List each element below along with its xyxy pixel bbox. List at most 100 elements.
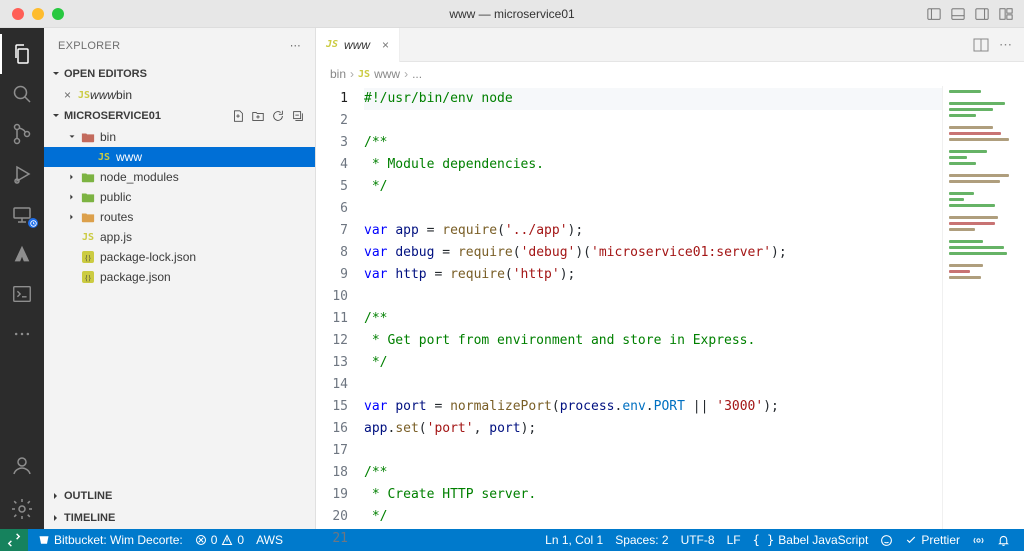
chevron-icon xyxy=(66,132,78,142)
chevron-down-icon xyxy=(50,68,62,80)
tab-www[interactable]: JS www × xyxy=(316,28,400,62)
tree-file-app-js[interactable]: JS app.js xyxy=(44,227,315,247)
close-icon[interactable]: × xyxy=(382,38,389,52)
json-file-icon: {} xyxy=(80,271,96,283)
breadcrumb-item[interactable]: bin xyxy=(330,67,346,81)
activity-remote[interactable] xyxy=(0,194,44,234)
status-aws[interactable]: AWS xyxy=(250,529,289,551)
tree-item-label: bin xyxy=(100,130,116,144)
tree-item-label: www xyxy=(116,150,142,164)
chevron-icon xyxy=(66,192,78,202)
workspace-header[interactable]: MICROSERVICE01 xyxy=(44,105,315,127)
file-tree: bin JS www node_modulespublic routes JS app.js… xyxy=(44,127,315,287)
open-editors-header[interactable]: OPEN EDITORS xyxy=(44,63,315,85)
open-editors-list: × JS www bin xyxy=(44,85,315,105)
status-bell[interactable] xyxy=(991,529,1016,551)
js-file-icon: JS xyxy=(78,90,90,101)
activity-search[interactable] xyxy=(0,74,44,114)
activity-source-control[interactable] xyxy=(0,114,44,154)
activity-settings[interactable] xyxy=(0,489,44,529)
status-bitbucket-label: Bitbucket: Wim Decorte: xyxy=(54,533,183,547)
tree-item-label: routes xyxy=(100,210,133,224)
toggle-panel-left-icon[interactable] xyxy=(926,6,942,22)
activity-more[interactable] xyxy=(0,314,44,354)
sidebar-title: EXPLORER xyxy=(58,40,120,52)
tree-item-label: public xyxy=(100,190,131,204)
window-title: www — microservice01 xyxy=(0,7,1024,21)
js-file-icon: JS xyxy=(326,39,338,50)
status-bitbucket[interactable]: Bitbucket: Wim Decorte: xyxy=(32,529,189,551)
folder-icon xyxy=(80,210,96,224)
tab-more-icon[interactable]: ⋯ xyxy=(999,37,1012,53)
new-file-icon[interactable] xyxy=(231,109,245,123)
status-aws-label: AWS xyxy=(256,533,283,547)
remote-indicator[interactable] xyxy=(0,529,28,551)
activity-run[interactable] xyxy=(0,154,44,194)
line-numbers: 123456789101112131415161718192021 xyxy=(316,86,364,529)
workspace-label: MICROSERVICE01 xyxy=(64,110,161,122)
activity-terminal[interactable] xyxy=(0,274,44,314)
svg-text:{}: {} xyxy=(85,254,92,262)
breadcrumbs[interactable]: bin › JS www › ... xyxy=(316,62,1024,86)
activity-account[interactable] xyxy=(0,445,44,485)
refresh-icon[interactable] xyxy=(271,109,285,123)
timeline-label: TIMELINE xyxy=(64,512,115,524)
folder-icon xyxy=(80,130,96,144)
customize-layout-icon[interactable] xyxy=(998,6,1014,22)
tree-item-label: app.js xyxy=(100,230,132,244)
toggle-panel-bottom-icon[interactable] xyxy=(950,6,966,22)
activity-explorer[interactable] xyxy=(0,34,44,74)
window-minimize[interactable] xyxy=(32,8,44,20)
window-maximize[interactable] xyxy=(52,8,64,20)
sidebar-more-icon[interactable]: ⋯ xyxy=(290,39,301,52)
status-live-icon[interactable] xyxy=(966,529,991,551)
tree-file-package-lock-json[interactable]: {} package-lock.json xyxy=(44,247,315,267)
new-folder-icon[interactable] xyxy=(251,109,265,123)
chevron-right-icon: › xyxy=(404,67,408,81)
tree-item-label: package.json xyxy=(100,270,171,284)
close-icon[interactable]: × xyxy=(64,88,78,102)
tree-file-www[interactable]: JS www xyxy=(44,147,315,167)
chevron-right-icon: › xyxy=(350,67,354,81)
folder-icon xyxy=(80,170,96,184)
open-editor-name: www xyxy=(90,88,116,102)
open-editor-item[interactable]: × JS www bin xyxy=(44,85,315,105)
badge-clock-icon xyxy=(28,218,38,228)
chevron-right-icon xyxy=(50,490,62,502)
tree-file-package-json[interactable]: {} package.json xyxy=(44,267,315,287)
layout-controls xyxy=(926,6,1024,22)
json-file-icon: {} xyxy=(80,251,96,263)
js-file-icon: JS xyxy=(80,232,96,243)
chevron-icon xyxy=(66,212,78,222)
editor-tabs: JS www × ⋯ xyxy=(316,28,1024,62)
status-errors-count: 0 xyxy=(211,533,218,547)
tree-folder-routes[interactable]: routes xyxy=(44,207,315,227)
tree-folder-bin[interactable]: bin xyxy=(44,127,315,147)
toggle-panel-right-icon[interactable] xyxy=(974,6,990,22)
breadcrumb-item[interactable]: ... xyxy=(412,67,422,81)
status-warnings-count: 0 xyxy=(237,533,244,547)
activity-atlassian[interactable] xyxy=(0,234,44,274)
tree-item-label: node_modules xyxy=(100,170,179,184)
minimap[interactable] xyxy=(942,86,1024,529)
tree-folder-node_modules[interactable]: node_modules xyxy=(44,167,315,187)
open-editors-label: OPEN EDITORS xyxy=(64,68,147,80)
collapse-all-icon[interactable] xyxy=(291,109,305,123)
outline-header[interactable]: OUTLINE xyxy=(44,485,315,507)
tree-folder-public[interactable]: public xyxy=(44,187,315,207)
js-file-icon: JS xyxy=(96,152,112,163)
status-errors[interactable]: 0 0 xyxy=(189,529,250,551)
activity-bar xyxy=(0,28,44,529)
outline-label: OUTLINE xyxy=(64,490,112,502)
folder-icon xyxy=(80,190,96,204)
chevron-right-icon xyxy=(50,512,62,524)
timeline-header[interactable]: TIMELINE xyxy=(44,507,315,529)
titlebar[interactable]: www — microservice01 xyxy=(0,0,1024,28)
window-close[interactable] xyxy=(12,8,24,20)
breadcrumb-item[interactable]: www xyxy=(374,67,400,81)
code-content[interactable]: #!/usr/bin/env node /** * Module depende… xyxy=(364,86,942,529)
split-editor-icon[interactable] xyxy=(973,37,989,53)
tree-item-label: package-lock.json xyxy=(100,250,196,264)
tab-label: www xyxy=(344,38,370,52)
js-file-icon: JS xyxy=(358,69,370,80)
